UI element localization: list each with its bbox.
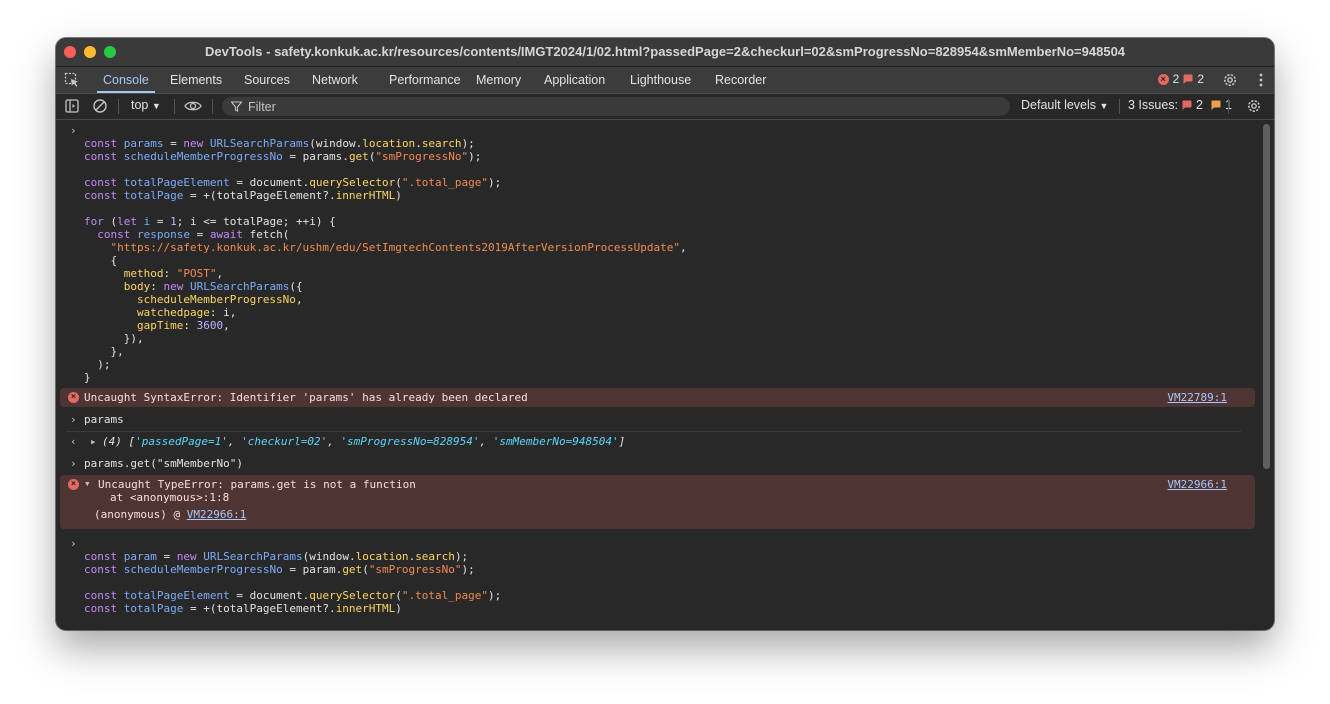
collapse-triangle-icon[interactable]: ▾ (84, 477, 91, 490)
filter-input[interactable] (246, 98, 950, 116)
console-scrollbar[interactable] (1263, 124, 1270, 469)
prompt-chevron-icon: › (70, 413, 77, 426)
warning-count: 2 (1197, 72, 1204, 86)
error-icon: × (68, 392, 79, 403)
error-message: Uncaught TypeError: params.get is not a … (98, 478, 416, 491)
chevron-down-icon: ▼ (151, 101, 161, 111)
input-expression: params.get("smMemberNo") (84, 457, 243, 470)
call-frame-link[interactable]: VM22966:1 (187, 508, 247, 521)
input-text: params.get("smMemberNo") (84, 457, 243, 470)
array-item: 'checkurl=02' (241, 435, 328, 448)
clear-console-icon[interactable] (92, 98, 108, 114)
prompt-chevron-icon: › (70, 537, 77, 550)
tab-network[interactable]: Network (312, 67, 358, 93)
issues-label: 3 Issues: (1128, 98, 1179, 112)
settings-gear-icon[interactable] (1222, 72, 1238, 88)
error-source-link[interactable]: VM22789:1 (1167, 391, 1227, 404)
toolbar-divider (174, 99, 175, 114)
more-options-icon[interactable] (1258, 72, 1264, 88)
array-item: 'smMemberNo=948504' (492, 435, 619, 448)
issues-button[interactable]: 3 Issues: 2 1 (1128, 98, 1232, 112)
filter-funnel-icon (231, 101, 242, 112)
error-icon: × (68, 479, 79, 490)
panel-tabbar: Console Elements Sources Network Perform… (56, 67, 1274, 94)
live-expression-eye-icon[interactable] (184, 98, 202, 114)
issue-error-flag-icon (1182, 100, 1192, 110)
issues-error-count: 2 (1196, 98, 1203, 112)
console-input-entry: › params.get("smMemberNo") (56, 454, 1256, 474)
console-output[interactable]: › const params = new URLSearchParams(win… (56, 120, 1263, 630)
warning-flag-icon (1183, 74, 1193, 84)
error-count: 2 (1172, 72, 1180, 86)
console-output-entry[interactable]: ‹ ▸ (4) ['passedPage=1', 'checkurl=02', … (56, 432, 1256, 452)
inspect-element-icon[interactable] (64, 72, 80, 88)
log-levels-dropdown[interactable]: Default levels ▼ (1021, 98, 1108, 112)
expand-triangle-icon[interactable]: ▸ (90, 435, 97, 448)
context-selector[interactable]: top ▼ (131, 98, 161, 112)
tab-console[interactable]: Console (93, 67, 159, 93)
code-block-4: const param = new URLSearchParams(window… (84, 550, 502, 630)
tab-memory[interactable]: Memory (476, 67, 521, 93)
error-stack-line: at <anonymous>:1:8 (110, 491, 230, 504)
context-label: top (131, 98, 149, 112)
toolbar-divider (1228, 99, 1229, 114)
devtools-window: DevTools - safety.konkuk.ac.kr/resources… (56, 38, 1274, 630)
call-frame-label: (anonymous) @ (94, 508, 181, 521)
window-title: DevTools - safety.konkuk.ac.kr/resources… (204, 44, 1126, 59)
array-count: (4) (102, 435, 122, 448)
sidebar-toggle-icon[interactable] (64, 98, 80, 114)
error-source-link[interactable]: VM22966:1 (1167, 478, 1227, 491)
prompt-chevron-icon: › (70, 457, 77, 470)
code-block-1: const params = new URLSearchParams(windo… (84, 137, 687, 384)
array-preview: (4) ['passedPage=1', 'checkurl=02', 'smP… (102, 435, 626, 448)
tab-performance[interactable]: Performance (389, 67, 461, 93)
levels-label: Default levels (1021, 98, 1097, 112)
input-text: params (84, 413, 124, 426)
error-icon: × (1157, 73, 1169, 85)
issue-warning-flag-icon (1211, 100, 1221, 110)
console-settings-gear-icon[interactable] (1246, 98, 1262, 114)
array-item: 'passedPage=1' (135, 435, 228, 448)
console-error-row: × Uncaught SyntaxError: Identifier 'para… (60, 388, 1255, 407)
toolbar-divider (118, 99, 119, 114)
prompt-chevron-icon: › (70, 124, 77, 137)
tab-lighthouse[interactable]: Lighthouse (630, 67, 691, 93)
filter-box[interactable] (222, 97, 1010, 116)
toolbar-divider (1119, 99, 1120, 114)
toolbar-divider (212, 99, 213, 114)
error-call-frame: (anonymous) @ VM22966:1 (94, 508, 246, 521)
result-arrow-icon: ‹ (70, 435, 77, 448)
title-bar: DevTools - safety.konkuk.ac.kr/resources… (56, 38, 1274, 67)
tab-sources[interactable]: Sources (244, 67, 290, 93)
tab-elements[interactable]: Elements (170, 67, 222, 93)
error-warning-counts[interactable]: × 2 2 (1157, 72, 1204, 86)
chevron-down-icon: ▼ (1099, 101, 1109, 111)
tab-application[interactable]: Application (544, 67, 605, 93)
console-input-entry: › params (56, 410, 1256, 430)
error-message: Uncaught SyntaxError: Identifier 'params… (84, 391, 528, 404)
array-item: 'smProgressNo=828954' (340, 435, 480, 448)
console-error-row-expanded: × ▾ Uncaught TypeError: params.get is no… (60, 475, 1255, 529)
tab-recorder[interactable]: Recorder (715, 67, 766, 93)
console-toolbar: top ▼ Default levels ▼ 3 Issues: 2 1 (56, 94, 1274, 120)
